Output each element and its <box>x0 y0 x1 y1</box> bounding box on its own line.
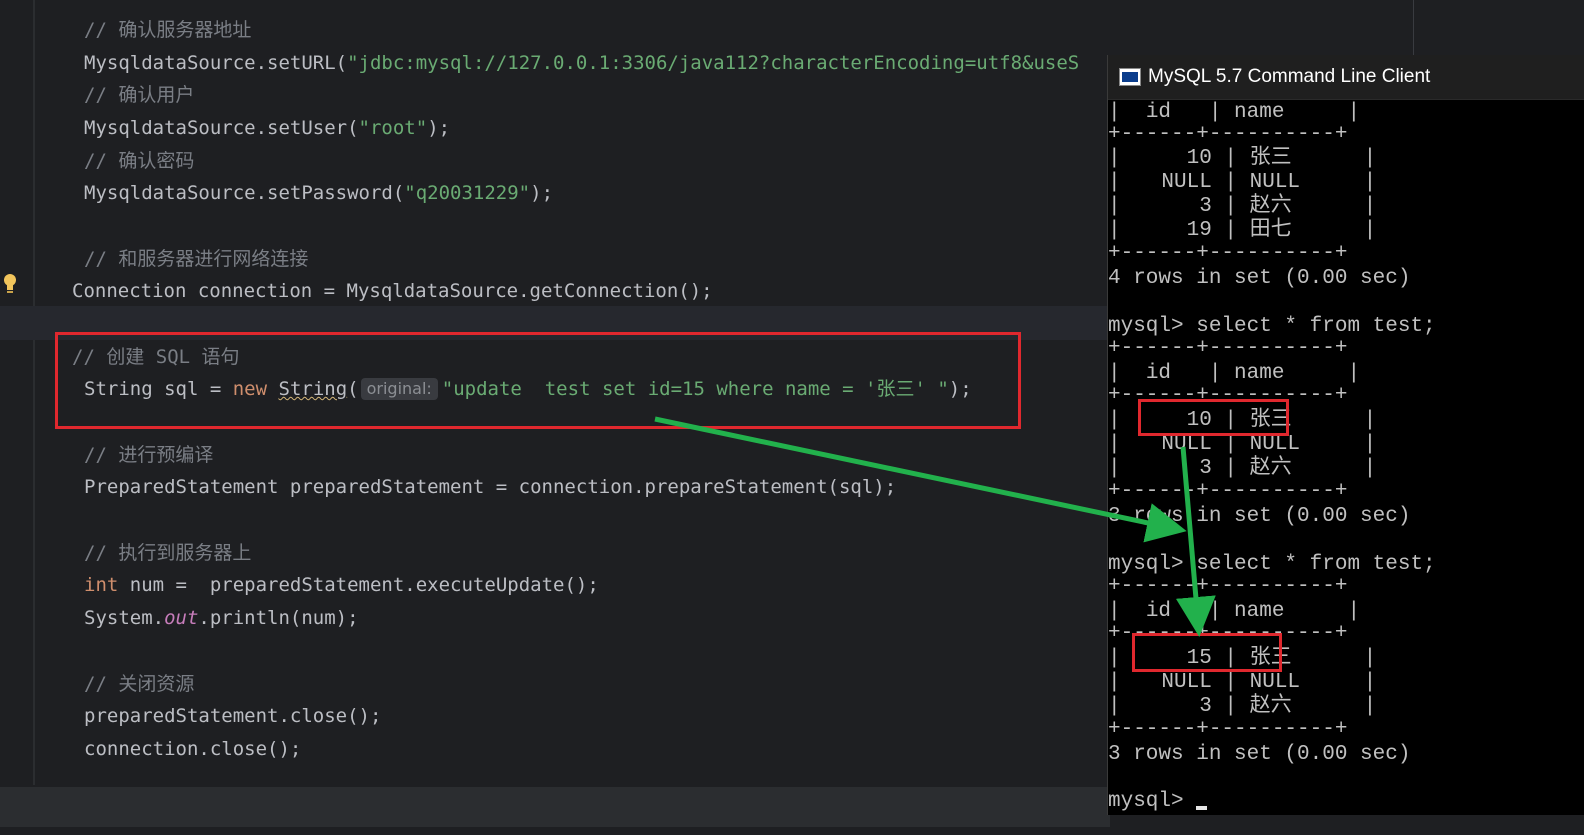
cell-name: NULL <box>1249 433 1301 456</box>
cell-name: 田七 <box>1249 219 1292 242</box>
table1-border-bottom: +------+----------+ <box>1108 242 1348 265</box>
cell-name: 赵六 <box>1249 695 1292 718</box>
table-row: | 19 | 田七 | <box>1108 219 1377 242</box>
mysql-app-icon <box>1119 68 1141 86</box>
string-literal-password: "q20031229" <box>404 182 531 204</box>
table1-header: | id | name | <box>1108 101 1361 124</box>
code-token: System. <box>84 607 165 629</box>
table3-border-bottom: +------+----------+ <box>1108 718 1348 741</box>
cell-id: 3 <box>1199 195 1212 218</box>
cell-name: NULL <box>1249 671 1301 694</box>
cell-name: 赵六 <box>1249 195 1292 218</box>
code-token: num = preparedStatement.executeUpdate(); <box>118 574 599 596</box>
table-row: | 10 | 张三 | <box>1108 147 1377 170</box>
table-row: | 3 | 赵六 | <box>1108 195 1377 218</box>
col-id-label: id <box>1145 101 1172 124</box>
prompt-line[interactable]: mysql> <box>1108 790 1208 814</box>
table3-border: +------+----------+ <box>1108 575 1348 598</box>
table2-footer: 3 rows in set (0.00 sec) <box>1108 505 1411 528</box>
text-cursor <box>1196 806 1208 810</box>
comment-password: // 确认密码 <box>84 150 195 172</box>
prompt-text: mysql> <box>1108 790 1197 813</box>
comment-user: // 确认用户 <box>84 84 195 106</box>
cell-id: NULL <box>1161 433 1212 456</box>
cell-id: 10 <box>1186 147 1212 170</box>
code-token: MysqldataSource.setURL( <box>84 52 348 74</box>
cell-name: 张三 <box>1249 147 1292 170</box>
cell-id: NULL <box>1161 671 1212 694</box>
window-title: MySQL 5.7 Command Line Client <box>1148 66 1431 87</box>
cell-id: 3 <box>1199 457 1212 480</box>
table2-border-bottom: +------+----------+ <box>1108 480 1348 503</box>
gutter-divider <box>33 0 35 785</box>
col-id-label: id <box>1145 600 1172 623</box>
col-name-label: name <box>1234 362 1285 385</box>
right-margin-guide <box>1413 0 1414 60</box>
field-out: out <box>164 607 199 629</box>
table-row: | 3 | 赵六 | <box>1108 457 1377 480</box>
code-token: ); <box>427 117 451 139</box>
code-execute-update: int num = preparedStatement.executeUpdat… <box>84 572 599 598</box>
row-highlight-before <box>1138 399 1289 436</box>
cell-name: 赵六 <box>1249 457 1292 480</box>
table1-border: +------+----------+ <box>1108 123 1348 146</box>
lightbulb-icon[interactable] <box>3 273 17 295</box>
col-id-label: id <box>1145 362 1172 385</box>
table-row: | NULL | NULL | <box>1108 671 1377 694</box>
string-literal-user: "root" <box>358 117 428 139</box>
code-set-user: MysqldataSource.setUser("root"); <box>84 115 450 141</box>
query-line: mysql> select * from test; <box>1108 553 1436 576</box>
cell-id: 19 <box>1186 219 1212 242</box>
code-set-password: MysqldataSource.setPassword("q20031229")… <box>84 180 553 206</box>
code-close-statement: preparedStatement.close(); <box>84 705 382 727</box>
col-name-label: name <box>1234 600 1285 623</box>
comment-close-resources: // 关闭资源 <box>84 673 195 695</box>
comment-server-address: // 确认服务器地址 <box>84 19 252 41</box>
table2-border: +------+----------+ <box>1108 337 1348 360</box>
code-token: MysqldataSource.setUser( <box>84 117 359 139</box>
code-token: .println(num); <box>198 607 359 629</box>
comment-precompile: // 进行预编译 <box>84 444 214 466</box>
cell-id: 3 <box>1199 695 1212 718</box>
code-token: ); <box>530 182 554 204</box>
table-row: | 3 | 赵六 | <box>1108 695 1377 718</box>
query-line: mysql> select * from test; <box>1108 315 1436 338</box>
editor-bottom-strip <box>0 787 1110 827</box>
code-println: System.out.println(num); <box>84 605 359 631</box>
col-name-label: name <box>1234 101 1285 124</box>
code-prepare-statement: PreparedStatement preparedStatement = co… <box>84 476 897 498</box>
sql-highlight-box <box>55 332 1021 429</box>
string-literal-url: "jdbc:mysql://127.0.0.1:3306/java112?cha… <box>347 52 1080 74</box>
comment-execute: // 执行到服务器上 <box>84 542 252 564</box>
table3-footer: 3 rows in set (0.00 sec) <box>1108 743 1411 766</box>
title-bar[interactable]: MySQL 5.7 Command Line Client <box>1108 55 1584 100</box>
table1-footer: 4 rows in set (0.00 sec) <box>1108 267 1411 290</box>
table-row: | NULL | NULL | <box>1108 171 1377 194</box>
code-get-connection: Connection connection = MysqldataSource.… <box>72 280 713 302</box>
table-row: | NULL | NULL | <box>1108 433 1377 456</box>
cell-name: NULL <box>1249 171 1301 194</box>
row-highlight-after <box>1132 633 1282 672</box>
cell-id: NULL <box>1161 171 1212 194</box>
table3-header: | id | name | <box>1108 600 1361 623</box>
code-set-url: MysqldataSource.setURL("jdbc:mysql://127… <box>84 50 1079 76</box>
code-close-connection: connection.close(); <box>84 738 302 760</box>
keyword-int: int <box>84 574 119 596</box>
table2-header: | id | name | <box>1108 362 1361 385</box>
code-token: MysqldataSource.setPassword( <box>84 182 405 204</box>
comment-connect: // 和服务器进行网络连接 <box>84 248 309 270</box>
mysql-client-window[interactable]: MySQL 5.7 Command Line Client | id | nam… <box>1107 55 1584 815</box>
